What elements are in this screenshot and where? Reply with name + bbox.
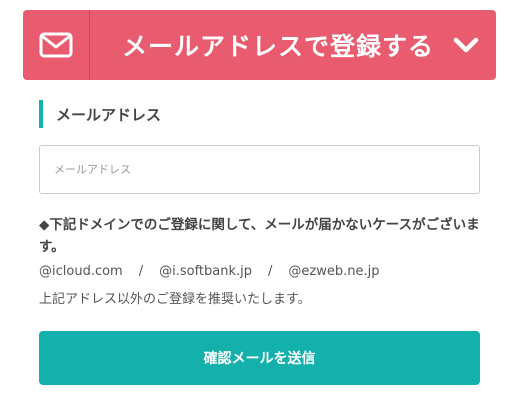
- notice-heading: ◆下記ドメインでのご登録に関して、メールが届かないケースがございます。: [39, 217, 480, 255]
- mail-icon: [23, 10, 90, 80]
- domain-separator: /: [268, 264, 273, 279]
- domain-ezweb: @ezweb.ne.jp: [288, 264, 380, 279]
- send-confirmation-button[interactable]: 確認メールを送信: [39, 331, 480, 385]
- domain-separator: /: [138, 264, 144, 279]
- domain-list: @icloud.com / @i.softbank.jp / @ezweb.ne.jp: [39, 264, 379, 279]
- chevron-down-icon: [436, 10, 496, 80]
- email-label-text: メールアドレス: [56, 105, 162, 124]
- notice-footer: 上記アドレス以外のご登録を推奨いたします。: [39, 292, 311, 307]
- domain-icloud: @icloud.com: [39, 264, 123, 279]
- accent-bar: [39, 100, 43, 128]
- email-input[interactable]: [39, 145, 480, 194]
- domain-softbank: @i.softbank.jp: [159, 264, 253, 279]
- email-register-toggle[interactable]: メールアドレスで登録する: [23, 10, 496, 80]
- header-title: メールアドレスで登録する: [122, 32, 435, 61]
- email-section-label: メールアドレス: [39, 100, 161, 128]
